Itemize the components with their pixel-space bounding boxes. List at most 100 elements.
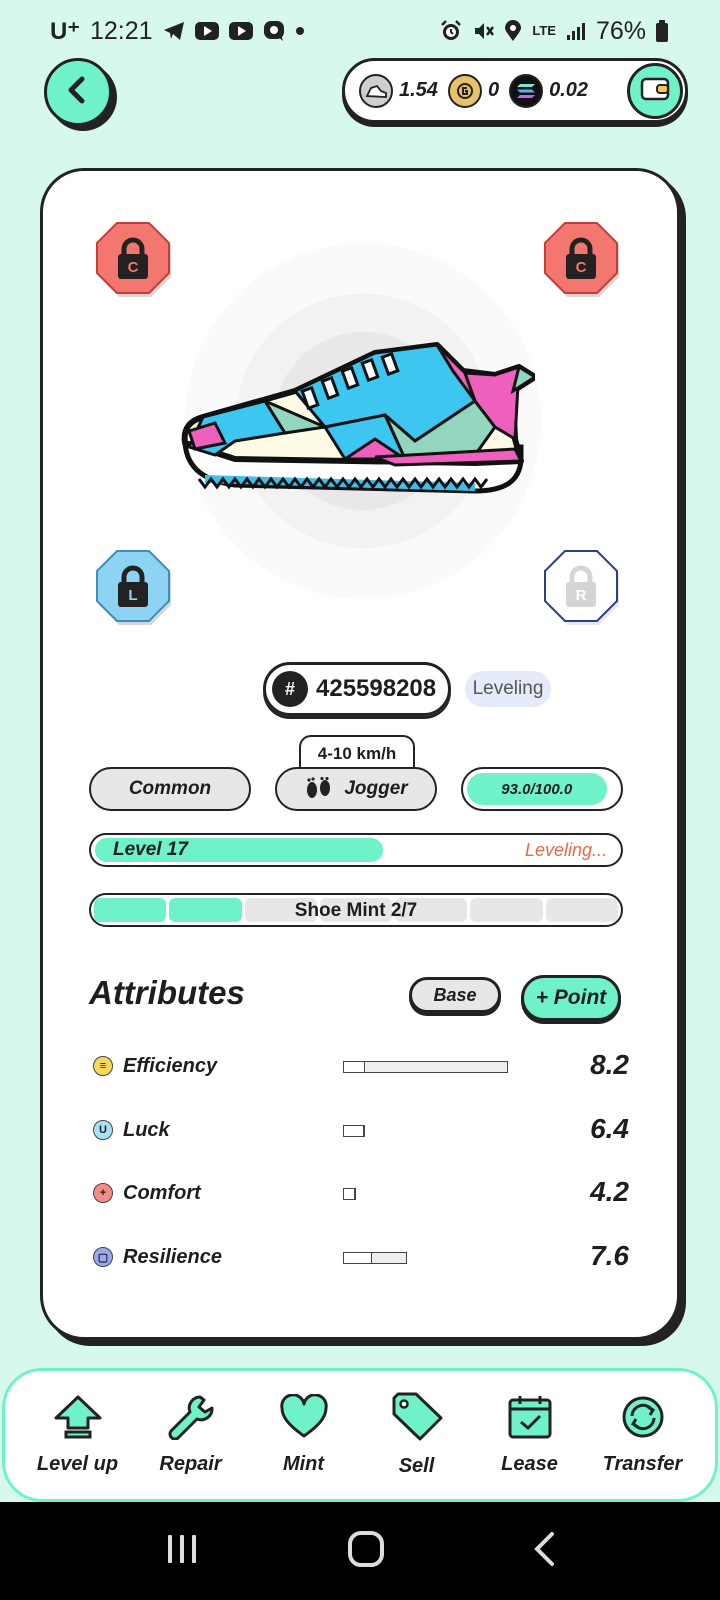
- calendar-icon: [505, 1394, 555, 1453]
- socket-top-right[interactable]: C: [543, 221, 623, 301]
- attribute-bar-fill: [344, 1126, 364, 1136]
- socket-letter: L: [128, 587, 137, 604]
- signal-icon: [566, 21, 586, 41]
- gst-coin-icon: [359, 73, 393, 108]
- home-icon[interactable]: [347, 1530, 385, 1573]
- attribute-name: Comfort: [123, 1182, 201, 1204]
- efficiency-icon: ≡: [93, 1056, 113, 1076]
- gmt-balance: 0: [487, 79, 500, 101]
- hash-icon: #: [272, 671, 308, 707]
- action-label: Lease: [501, 1453, 558, 1475]
- balance-sol: 0.02: [509, 73, 588, 108]
- attribute-bar-fill: [344, 1062, 366, 1072]
- luck-icon: U: [93, 1120, 113, 1140]
- balance-gmt: 0: [447, 73, 500, 108]
- battery-icon: [656, 20, 668, 42]
- chat-icon: [263, 20, 285, 42]
- sneaker-id: 425598208: [316, 675, 437, 702]
- attribute-name: Efficiency: [123, 1055, 218, 1077]
- wallet-icon: [640, 76, 670, 107]
- clock: 12:21: [90, 16, 153, 45]
- attribute-bar: [343, 1125, 365, 1137]
- alarm-icon: [440, 20, 462, 42]
- attribute-name: Resilience: [123, 1246, 222, 1268]
- level-up-button[interactable]: Level up: [28, 1394, 128, 1476]
- socket-letter: C: [128, 259, 139, 276]
- add-point-button[interactable]: + Point: [521, 975, 621, 1021]
- sneaker-image: [175, 331, 538, 506]
- gst-balance: 1.54: [399, 79, 438, 101]
- socket-letter: R: [576, 587, 587, 604]
- sneaker-card: C C L R # 425598208 Leveling 4-10 km/h C…: [40, 168, 680, 1340]
- lease-button[interactable]: Lease: [480, 1394, 580, 1476]
- location-icon: [504, 20, 522, 42]
- mint-button[interactable]: Mint: [254, 1393, 354, 1476]
- attribute-row: + Comfort 4.2: [89, 1174, 629, 1214]
- base-button[interactable]: Base: [409, 977, 501, 1013]
- sell-button[interactable]: Sell: [367, 1392, 467, 1478]
- action-label: Repair: [159, 1453, 222, 1475]
- comfort-icon: +: [93, 1183, 113, 1203]
- socket-bottom-right[interactable]: R: [543, 549, 623, 629]
- status-right: LTE 76%: [440, 17, 668, 46]
- telegram-icon: [163, 21, 185, 41]
- status-left: U⁺ 12:21: [50, 17, 305, 46]
- level-status: Leveling...: [524, 840, 607, 860]
- attribute-name: Luck: [123, 1119, 170, 1141]
- attribute-row: ≡ Efficiency 8.2: [89, 1047, 629, 1087]
- socket-bottom-left[interactable]: L: [95, 549, 175, 629]
- action-label: Transfer: [602, 1453, 683, 1475]
- back-button[interactable]: [44, 58, 112, 126]
- transfer-icon: [618, 1394, 668, 1453]
- attribute-row: U Luck 6.4: [89, 1111, 629, 1151]
- recent-apps-icon[interactable]: [164, 1533, 200, 1570]
- attribute-value: 6.4: [590, 1113, 629, 1144]
- carrier-label: U⁺: [50, 17, 80, 45]
- sol-balance: 0.02: [549, 79, 588, 101]
- mute-icon: [472, 20, 495, 42]
- attribute-bar-fill: [344, 1189, 356, 1199]
- youtube-icon: [194, 22, 219, 40]
- resilience-icon: ▢: [93, 1247, 113, 1267]
- attribute-row: ▢ Resilience 7.6: [89, 1238, 629, 1278]
- attribute-bar-fill: [344, 1253, 372, 1263]
- mint-bar: Shoe Mint 2/7: [89, 893, 623, 927]
- action-label: Mint: [282, 1453, 325, 1475]
- repair-button[interactable]: Repair: [141, 1394, 241, 1476]
- status-badge: Leveling: [465, 671, 551, 707]
- chevron-left-icon: [63, 75, 93, 110]
- attribute-bar: [343, 1061, 508, 1073]
- sol-coin-icon: [509, 73, 544, 108]
- sneaker-id-pill[interactable]: # 425598208: [263, 662, 451, 716]
- socket-letter: C: [576, 259, 587, 276]
- system-nav-bar: [0, 1502, 720, 1600]
- attribute-value: 8.2: [590, 1049, 629, 1080]
- attribute-value: 7.6: [590, 1240, 629, 1271]
- youtube-icon-2: [228, 22, 253, 40]
- back-nav-icon[interactable]: [532, 1531, 556, 1572]
- gmt-coin-icon: [447, 73, 482, 108]
- socket-top-left[interactable]: C: [95, 221, 175, 301]
- notification-dot-icon: [295, 26, 305, 36]
- attribute-value: 4.2: [590, 1176, 629, 1207]
- balance-gst: 1.54: [359, 73, 438, 108]
- speed-range: 4-10 km/h: [299, 735, 415, 771]
- action-label: Sell: [398, 1455, 435, 1477]
- level-label: Level 17: [113, 839, 188, 860]
- level-bar: Level 17 Leveling...: [89, 833, 623, 867]
- tag-icon: [390, 1392, 444, 1455]
- footprints-icon: [304, 777, 334, 801]
- durability-fill: 93.0/100.0: [467, 773, 607, 805]
- heart-icon: [279, 1393, 329, 1453]
- wallet-button[interactable]: [627, 63, 683, 119]
- action-label: Level up: [36, 1453, 119, 1475]
- transfer-button[interactable]: Transfer: [593, 1394, 693, 1476]
- battery-percent: 76%: [595, 16, 646, 45]
- type-chip: Jogger: [275, 767, 437, 811]
- attributes-title: Attributes: [89, 974, 245, 1011]
- attribute-bar: [343, 1252, 407, 1264]
- type-label: Jogger: [344, 778, 408, 799]
- level-up-icon: [53, 1394, 103, 1453]
- attribute-bar: [343, 1188, 357, 1200]
- lte-label: LTE: [532, 23, 556, 38]
